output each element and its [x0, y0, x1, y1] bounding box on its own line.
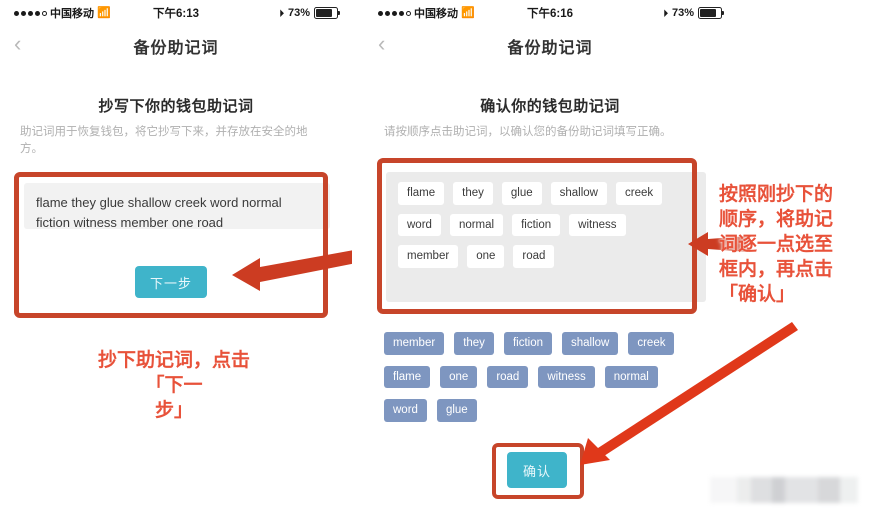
selected-word-chip[interactable]: fiction: [512, 213, 561, 237]
pool-word-chip[interactable]: normal: [604, 365, 658, 389]
selected-words-rows: flame they glue shallow creek word norma…: [398, 182, 694, 268]
selected-word-chip[interactable]: word: [398, 213, 441, 237]
rotation-lock-icon: ⏵: [663, 7, 668, 18]
annotation-arrow-left-panel: [232, 250, 352, 291]
selected-word-chip[interactable]: witness: [569, 213, 626, 237]
selected-words-row: member one road: [398, 245, 694, 268]
pool-word-chip[interactable]: they: [454, 332, 494, 355]
battery-icon: [314, 7, 340, 19]
selected-word-chip[interactable]: member: [398, 245, 459, 268]
pool-word-chip[interactable]: shallow: [561, 332, 619, 355]
word-pool-row: flame one road witness normal: [384, 365, 674, 389]
section-subheading: 助记词用于恢复钱包，将它抄写下来，并存放在安全的地方。: [20, 126, 308, 155]
word-pool: member they fiction shallow creek flame …: [384, 332, 675, 422]
selected-word-chip[interactable]: one: [467, 245, 505, 268]
selected-word-chip[interactable]: normal: [449, 213, 504, 237]
selected-word-chip[interactable]: they: [453, 182, 493, 205]
rotation-lock-icon: ⏵: [279, 7, 284, 18]
pool-word-chip[interactable]: glue: [436, 399, 477, 422]
status-bar: 中国移动 📶 下午6:16 ⏵ 73%: [378, 0, 724, 26]
pool-word-chip[interactable]: creek: [628, 332, 675, 355]
page-title: 备份助记词: [133, 40, 219, 57]
selected-word-chip[interactable]: glue: [501, 182, 542, 205]
nav-bar: ‹ 备份助记词: [14, 28, 338, 64]
selected-word-chip[interactable]: shallow: [550, 182, 607, 205]
page-title: 备份助记词: [507, 40, 593, 57]
word-pool-row: member they fiction shallow creek: [384, 332, 675, 355]
section-heading: 确认你的钱包助记词: [480, 98, 620, 115]
pool-word-chip[interactable]: one: [440, 365, 478, 389]
pool-word-chip[interactable]: witness: [538, 365, 595, 389]
section-subheading: 请按顺序点击助记词，以确认您的备份助记词填写正确。: [384, 126, 672, 138]
selected-words-panel[interactable]: flame they glue shallow creek word norma…: [386, 172, 706, 302]
pool-word-chip[interactable]: flame: [384, 365, 431, 389]
status-bar-right: ⏵ 73%: [279, 7, 340, 19]
battery-icon: [698, 7, 724, 19]
word-pool-rows: member they fiction shallow creek flame …: [384, 332, 675, 422]
confirm-button[interactable]: 确认: [507, 452, 567, 488]
battery-percent-label: 73%: [671, 7, 694, 19]
chevron-left-icon[interactable]: ‹: [14, 33, 21, 55]
section-heading: 抄写下你的钱包助记词: [98, 98, 254, 115]
nav-bar: ‹ 备份助记词: [378, 28, 722, 64]
left-phone-screenshot: 中国移动 📶 下午6:13 ⏵ 73% ‹ 备份助记词 抄写下你的钱包助记词 助…: [0, 0, 352, 529]
selected-words-row: word normal fiction witness: [398, 213, 694, 237]
pool-word-chip[interactable]: road: [487, 365, 529, 389]
annotation-text-right: 按照刚抄下的 顺序，将助记 词逐一点选至 框内，再点击 「确认」: [719, 183, 834, 306]
status-bar-right: ⏵ 73%: [663, 7, 724, 19]
annotation-text-left: 抄下助记词，点击「下一 步」: [97, 349, 250, 422]
screenshot-stage: 中国移动 📶 下午6:13 ⏵ 73% ‹ 备份助记词 抄写下你的钱包助记词 助…: [0, 0, 884, 529]
selected-word-chip[interactable]: road: [513, 245, 555, 268]
mnemonic-text: flame they glue shallow creek word norma…: [36, 195, 282, 231]
status-bar: 中国移动 📶 下午6:13 ⏵ 73%: [14, 0, 340, 26]
battery-percent-label: 73%: [287, 7, 310, 19]
pool-word-chip[interactable]: fiction: [503, 332, 552, 355]
selected-words-row: flame they glue shallow creek: [398, 182, 694, 205]
chevron-left-icon[interactable]: ‹: [378, 33, 385, 55]
pool-word-chip[interactable]: word: [384, 399, 427, 422]
pool-word-chip[interactable]: member: [384, 332, 445, 355]
word-pool-row: word glue: [384, 399, 674, 422]
mnemonic-textarea[interactable]: flame they glue shallow creek word norma…: [24, 183, 330, 230]
selected-word-chip[interactable]: flame: [398, 182, 445, 205]
right-phone-screenshot: 中国移动 📶 下午6:16 ⏵ 73% ‹ 备份助记词 确认你的钱包助记词 请按…: [352, 0, 884, 529]
blurred-watermark: [710, 477, 858, 503]
selected-word-chip[interactable]: creek: [615, 182, 663, 205]
next-step-button[interactable]: 下一步: [135, 266, 207, 298]
